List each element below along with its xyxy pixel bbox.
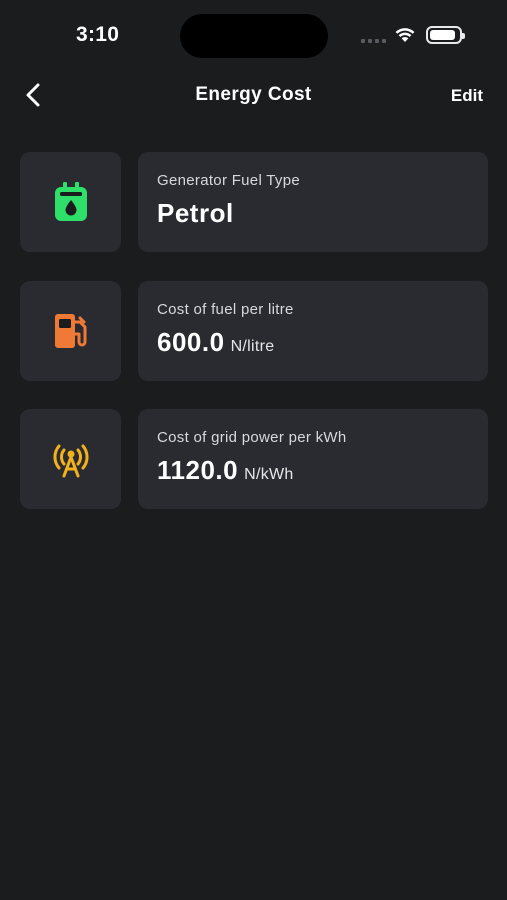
grid-cost-value: 1120.0 (157, 455, 239, 485)
fuel-type-value: Petrol (157, 198, 234, 228)
grid-cost-value-line: 1120.0 N/kWh (157, 455, 469, 486)
fuel-cost-value: 600.0 (157, 327, 225, 357)
navigation-bar: Energy Cost Edit (0, 70, 507, 120)
status-time: 3:10 (76, 23, 120, 46)
fuel-cost-unit: N/litre (230, 338, 275, 355)
fuel-type-label: Generator Fuel Type (157, 172, 300, 189)
status-bar: 3:10 (0, 0, 507, 70)
grid-cost-label: Cost of grid power per kWh (157, 429, 347, 446)
grid-tower-icon (53, 444, 88, 478)
edit-button[interactable]: Edit (451, 86, 483, 106)
page-title: Energy Cost (195, 84, 312, 105)
fuel-type-value-line: Petrol (157, 198, 469, 229)
fuel-type-card[interactable]: Generator Fuel Type Petrol (138, 152, 488, 252)
fuel-cost-icon-card (20, 281, 121, 381)
grid-cost-icon-card (20, 409, 121, 509)
grid-cost-card[interactable]: Cost of grid power per kWh 1120.0 N/kWh (138, 409, 488, 509)
fuel-cost-card[interactable]: Cost of fuel per litre 600.0 N/litre (138, 281, 488, 381)
energy-cost-screen: 3:10 Energy Cost Edit Generator Fuel Typ… (0, 0, 507, 900)
grid-cost-unit: N/kWh (244, 466, 294, 483)
generator-fuel-icon (54, 182, 87, 221)
wifi-icon (395, 28, 415, 42)
fuel-cost-label: Cost of fuel per litre (157, 301, 294, 318)
fuel-cost-row: Cost of fuel per litre 600.0 N/litre (20, 281, 488, 381)
fuel-cost-value-line: 600.0 N/litre (157, 327, 469, 358)
grid-cost-row: Cost of grid power per kWh 1120.0 N/kWh (20, 409, 488, 509)
battery-fill (430, 30, 456, 40)
battery-icon (426, 26, 465, 44)
cellular-signal-icon (361, 39, 386, 43)
dynamic-island (180, 14, 328, 58)
fuel-type-icon-card (20, 152, 121, 252)
fuel-type-row: Generator Fuel Type Petrol (20, 152, 488, 252)
fuel-pump-icon (54, 314, 86, 348)
